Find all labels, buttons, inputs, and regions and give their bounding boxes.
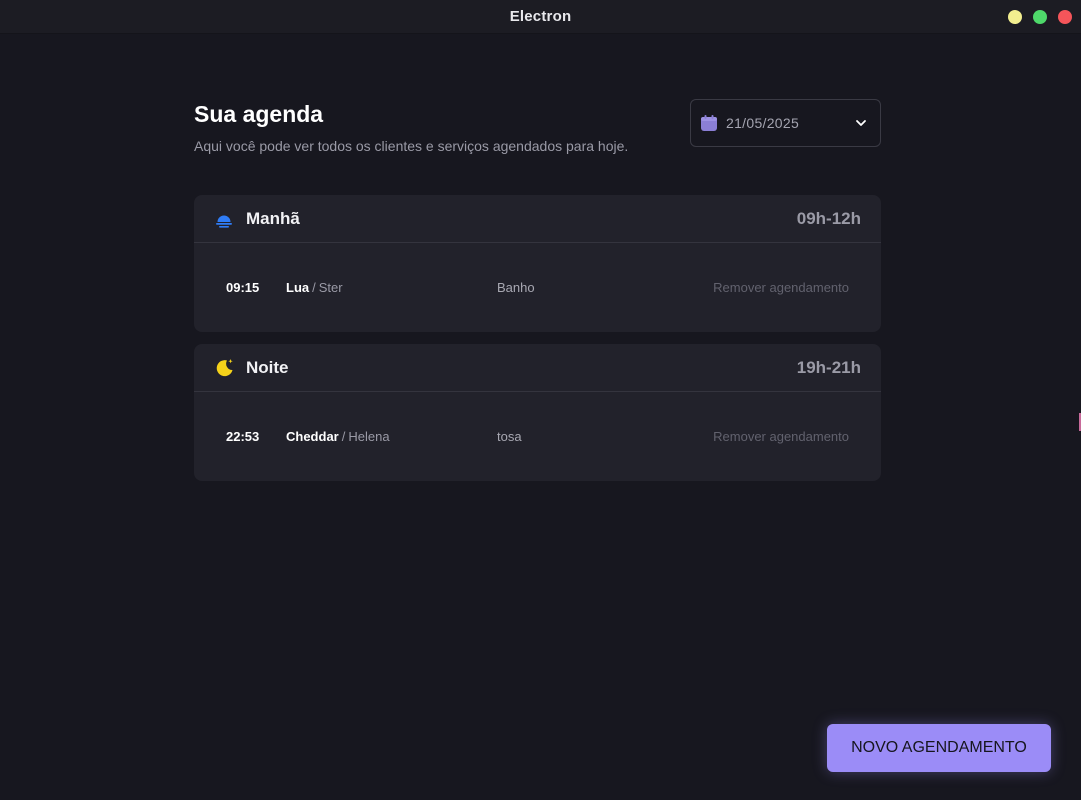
moon-icon	[213, 357, 235, 379]
chevron-down-icon	[856, 120, 866, 126]
date-value: 21/05/2025	[726, 115, 800, 131]
period-name: Noite	[246, 357, 289, 377]
period-header: Manhã 09h-12h	[194, 195, 881, 243]
appointment-client: Cheddar / Helena	[286, 429, 390, 444]
minimize-button[interactable]	[1008, 10, 1022, 24]
close-button[interactable]	[1058, 10, 1072, 24]
page-title: Sua agenda	[194, 101, 324, 127]
appointment-time: 09:15	[226, 280, 260, 295]
pet-name: Cheddar	[286, 429, 339, 444]
period-card-morning: Manhã 09h-12h 09:15 Lua / Ster Banho Remov…	[194, 195, 881, 332]
calendar-icon	[701, 115, 717, 131]
period-name: Manhã	[246, 208, 300, 228]
period-range: 19h-21h	[796, 357, 861, 377]
appointment-client: Lua / Ster	[286, 280, 343, 295]
date-picker[interactable]: 21/05/2025	[690, 99, 881, 147]
pet-name: Lua	[286, 280, 310, 295]
period-card-night: Noite 19h-21h 22:53 Cheddar / Helena tosa …	[194, 344, 881, 481]
window-controls	[1008, 10, 1072, 24]
title-bar: Electron	[0, 0, 1081, 34]
window-title: Electron	[509, 8, 572, 25]
remove-appointment-button[interactable]: Remover agendamento	[713, 280, 849, 295]
new-appointment-button[interactable]: NOVO AGENDAMENTO	[827, 724, 1051, 772]
owner-name: Ster	[318, 280, 343, 295]
owner-name: Helena	[348, 429, 390, 444]
appointment-time: 22:53	[226, 429, 260, 444]
period-range: 09h-12h	[796, 208, 861, 228]
page-header: Sua agenda Aqui você pode ver todos os c…	[194, 101, 628, 154]
appointment-row: 09:15 Lua / Ster Banho Remover agendamento	[194, 243, 881, 331]
page-subtitle: Aqui você pode ver todos os clientes e s…	[194, 138, 629, 154]
remove-appointment-button[interactable]: Remover agendamento	[713, 429, 849, 444]
appointment-row: 22:53 Cheddar / Helena tosa Remover agenda…	[194, 392, 881, 480]
maximize-button[interactable]	[1033, 10, 1047, 24]
period-header: Noite 19h-21h	[194, 344, 881, 392]
appointment-service: tosa	[497, 429, 522, 444]
appointment-service: Banho	[497, 280, 535, 295]
sunrise-icon	[213, 208, 235, 230]
